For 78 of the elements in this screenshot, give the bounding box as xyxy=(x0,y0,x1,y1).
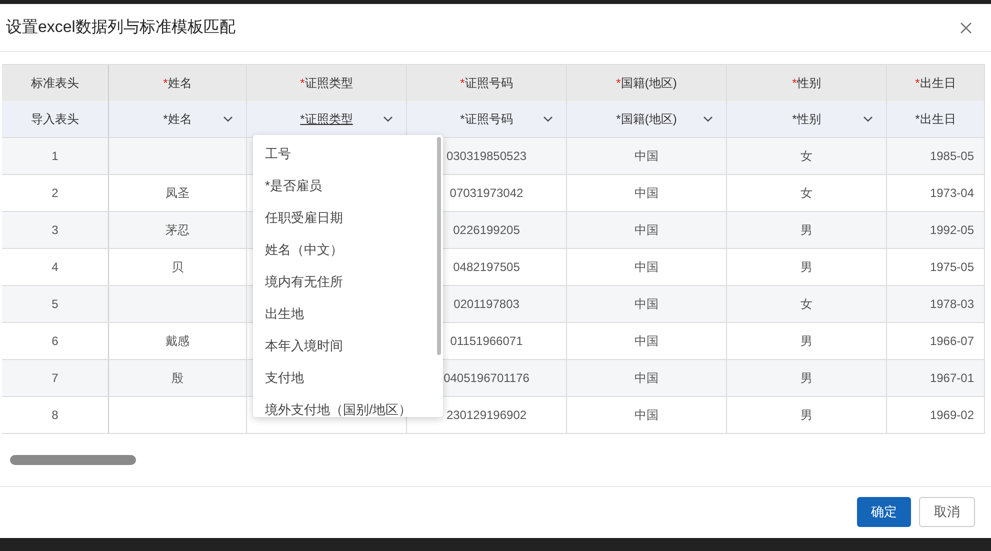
table-cell-text: 1973-04 xyxy=(930,185,974,202)
row-index: 7 xyxy=(52,370,58,387)
table-cell-text: 中国 xyxy=(634,370,658,387)
required-asterisk: * xyxy=(915,75,920,92)
column-header: 姓名 xyxy=(168,75,192,92)
table-cell-text: 女 xyxy=(800,296,812,313)
table-cell-text: 中国 xyxy=(634,259,658,276)
table-cell-text: 殷 xyxy=(172,370,184,387)
table-cell-text: 男 xyxy=(800,333,812,350)
column-header: 性别 xyxy=(796,75,821,92)
row-index: 5 xyxy=(52,296,58,313)
table-cell-text: 1967-01 xyxy=(930,370,974,387)
table-cell-text: 01151966071 xyxy=(450,333,523,350)
dropdown-option[interactable]: 出生地 xyxy=(253,298,443,330)
header-select[interactable]: *出生日 xyxy=(887,101,985,137)
row-index: 6 xyxy=(52,333,58,350)
table-cell-text: 1992-05 xyxy=(930,222,974,239)
header-label: 导入表头 xyxy=(31,111,79,128)
cancel-button[interactable]: 取消 xyxy=(919,497,975,527)
table-cell-text: 0226199205 xyxy=(453,222,520,239)
row-index: 4 xyxy=(52,259,58,276)
column-header: 出生日 xyxy=(920,75,956,92)
close-icon[interactable] xyxy=(959,20,973,34)
confirm-button[interactable]: 确定 xyxy=(857,497,911,527)
table-cell-text: 中国 xyxy=(634,185,658,202)
column-header: 证照号码 xyxy=(464,75,513,92)
table-cell-text: 230129196902 xyxy=(446,407,527,424)
table-cell-text: 1969-02 xyxy=(930,407,974,424)
table-cell-text: 女 xyxy=(800,148,812,165)
dialog-title: 设置excel数据列与标准模板匹配 xyxy=(6,18,236,38)
header-select[interactable]: *性别 xyxy=(727,101,887,137)
table-cell-text: 茅忍 xyxy=(166,222,190,239)
dropdown-option[interactable]: 境外支付地（国别/地区） xyxy=(253,394,443,417)
table-cell-text: 030319850523 xyxy=(446,148,527,165)
table-cell-text: 男 xyxy=(800,370,812,387)
header-label: 标准表头 xyxy=(31,75,79,92)
row-index: 8 xyxy=(52,407,58,424)
required-asterisk: * xyxy=(300,75,305,92)
dropdown-option[interactable]: 支付地 xyxy=(253,362,443,394)
dropdown-option[interactable]: 本年入境时间 xyxy=(253,330,443,362)
header-select[interactable]: *国籍(地区) xyxy=(567,101,727,137)
horizontal-scrollbar[interactable] xyxy=(10,455,136,465)
table-cell-text: 中国 xyxy=(634,296,658,313)
column-header: 国籍(地区) xyxy=(620,75,677,92)
required-asterisk: * xyxy=(163,75,168,92)
table-cell-text: 男 xyxy=(800,259,812,276)
table-cell-text: 0482197505 xyxy=(453,259,520,276)
table-cell-text: 07031973042 xyxy=(450,185,524,202)
table-cell-text: 凤圣 xyxy=(166,185,190,202)
dropdown-option[interactable]: *是否雇员 xyxy=(253,170,443,202)
row-index: 1 xyxy=(52,148,58,165)
table-cell-text: 中国 xyxy=(634,148,658,165)
row-index: 2 xyxy=(52,185,58,202)
table-cell-text: 0201197803 xyxy=(454,296,520,313)
table-cell-text: 中国 xyxy=(634,407,658,424)
required-asterisk: * xyxy=(792,75,797,92)
table-cell-text: 中国 xyxy=(634,333,658,350)
dropdown-scrollbar[interactable] xyxy=(437,137,441,355)
table-cell-text: 0405196701176 xyxy=(444,370,530,387)
table-cell-text: 1985-05 xyxy=(930,148,974,165)
table-cell-text: 女 xyxy=(800,185,812,202)
table-cell-text: 贝 xyxy=(172,259,184,276)
row-index: 3 xyxy=(52,222,58,239)
dropdown-option[interactable]: 工号 xyxy=(253,138,443,170)
table-cell-text: 戴感 xyxy=(166,333,190,350)
dropdown-option[interactable]: 任职受雇日期 xyxy=(253,202,443,234)
table-cell-text: 中国 xyxy=(634,222,658,239)
table-cell-text: 1978-03 xyxy=(930,296,974,313)
dropdown-option[interactable]: 姓名（中文） xyxy=(253,234,443,266)
table-cell-text: 1966-07 xyxy=(930,333,974,350)
table-cell-text: 男 xyxy=(800,222,812,239)
required-asterisk: * xyxy=(616,75,621,92)
table-cell-text: 1975-05 xyxy=(930,259,974,276)
column-header: 证照类型 xyxy=(304,75,353,92)
required-asterisk: * xyxy=(460,75,465,92)
dropdown-option[interactable]: 境内有无住所 xyxy=(253,266,443,298)
header-select[interactable]: *姓名 xyxy=(109,101,247,137)
table-cell-text: 男 xyxy=(800,407,812,424)
